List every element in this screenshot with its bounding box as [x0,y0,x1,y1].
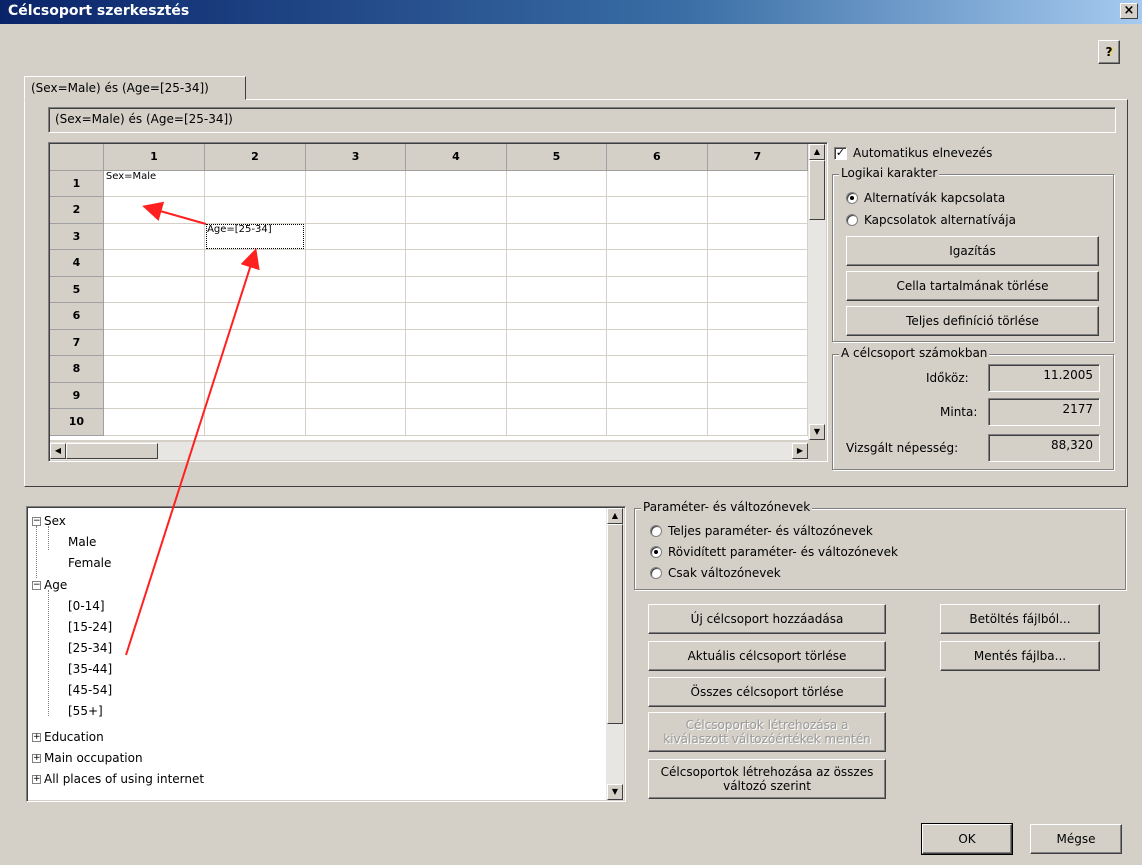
annotation-arrows [125,201,260,656]
arrow-from-tree [125,248,260,656]
tab-label: (Sex=Male) és (Age=[25-34]) [31,81,209,95]
tab-target-group[interactable]: (Sex=Male) és (Age=[25-34]) [24,76,246,100]
arrow-to-row2 [142,201,207,225]
